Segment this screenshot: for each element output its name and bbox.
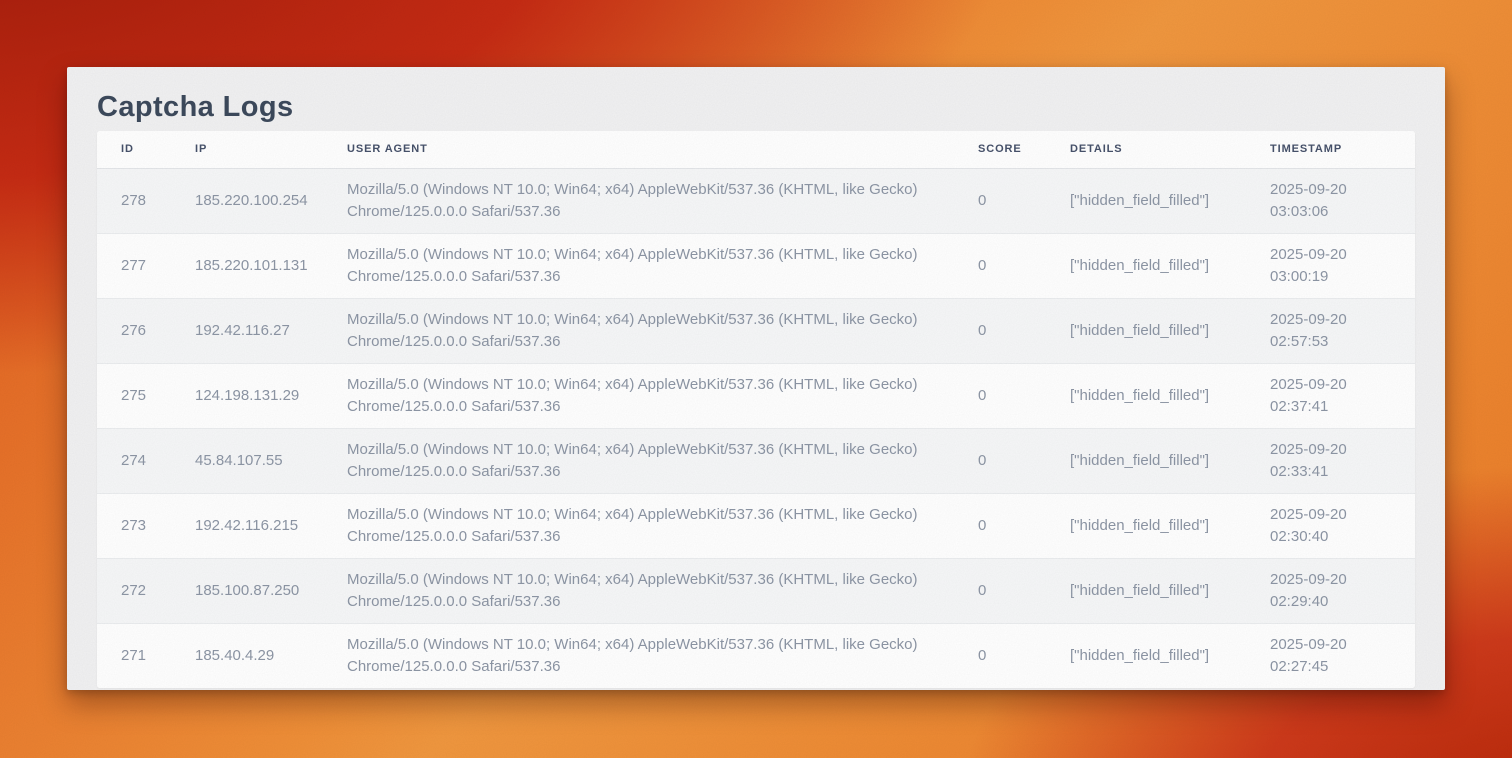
table-row: 271 185.40.4.29 Mozilla/5.0 (Windows NT …: [97, 623, 1415, 688]
cell-id: 278: [97, 168, 195, 233]
cell-score: 0: [978, 363, 1070, 428]
page-background: { "page": { "title": "Captcha Logs" }, "…: [0, 0, 1512, 758]
page-title: Captcha Logs: [97, 87, 1415, 127]
table-header: ID IP USER AGENT SCORE DETAILS TIMESTAMP: [97, 131, 1415, 168]
cell-id: 277: [97, 233, 195, 298]
cell-id: 271: [97, 623, 195, 688]
table-row: 274 45.84.107.55 Mozilla/5.0 (Windows NT…: [97, 428, 1415, 493]
cell-id: 275: [97, 363, 195, 428]
table-row: 275 124.198.131.29 Mozilla/5.0 (Windows …: [97, 363, 1415, 428]
cell-details: ["hidden_field_filled"]: [1070, 428, 1270, 493]
cell-score: 0: [978, 623, 1070, 688]
cell-user-agent: Mozilla/5.0 (Windows NT 10.0; Win64; x64…: [347, 428, 978, 493]
cell-user-agent: Mozilla/5.0 (Windows NT 10.0; Win64; x64…: [347, 168, 978, 233]
cell-timestamp: 2025-09-20 02:57:53: [1270, 298, 1415, 363]
column-header-timestamp: TIMESTAMP: [1270, 131, 1415, 168]
cell-score: 0: [978, 233, 1070, 298]
cell-details: ["hidden_field_filled"]: [1070, 493, 1270, 558]
cell-id: 274: [97, 428, 195, 493]
cell-user-agent: Mozilla/5.0 (Windows NT 10.0; Win64; x64…: [347, 298, 978, 363]
cell-timestamp: 2025-09-20 03:00:19: [1270, 233, 1415, 298]
cell-timestamp: 2025-09-20 02:37:41: [1270, 363, 1415, 428]
table-row: 273 192.42.116.215 Mozilla/5.0 (Windows …: [97, 493, 1415, 558]
cell-ip: 45.84.107.55: [195, 428, 347, 493]
table-row: 278 185.220.100.254 Mozilla/5.0 (Windows…: [97, 168, 1415, 233]
cell-user-agent: Mozilla/5.0 (Windows NT 10.0; Win64; x64…: [347, 558, 978, 623]
cell-user-agent: Mozilla/5.0 (Windows NT 10.0; Win64; x64…: [347, 623, 978, 688]
cell-ip: 124.198.131.29: [195, 363, 347, 428]
cell-timestamp: 2025-09-20 02:27:45: [1270, 623, 1415, 688]
column-header-score: SCORE: [978, 131, 1070, 168]
cell-ip: 185.220.100.254: [195, 168, 347, 233]
cell-ip: 192.42.116.215: [195, 493, 347, 558]
cell-details: ["hidden_field_filled"]: [1070, 168, 1270, 233]
table-row: 276 192.42.116.27 Mozilla/5.0 (Windows N…: [97, 298, 1415, 363]
cell-score: 0: [978, 558, 1070, 623]
cell-details: ["hidden_field_filled"]: [1070, 623, 1270, 688]
column-header-user-agent: USER AGENT: [347, 131, 978, 168]
cell-ip: 185.100.87.250: [195, 558, 347, 623]
table-row: 272 185.100.87.250 Mozilla/5.0 (Windows …: [97, 558, 1415, 623]
cell-details: ["hidden_field_filled"]: [1070, 233, 1270, 298]
captcha-logs-table: ID IP USER AGENT SCORE DETAILS TIMESTAMP…: [97, 131, 1415, 688]
cell-score: 0: [978, 168, 1070, 233]
cell-ip: 185.220.101.131: [195, 233, 347, 298]
cell-timestamp: 2025-09-20 02:29:40: [1270, 558, 1415, 623]
logs-table-container: ID IP USER AGENT SCORE DETAILS TIMESTAMP…: [97, 131, 1415, 688]
cell-details: ["hidden_field_filled"]: [1070, 298, 1270, 363]
cell-ip: 192.42.116.27: [195, 298, 347, 363]
cell-id: 272: [97, 558, 195, 623]
cell-timestamp: 2025-09-20 03:03:06: [1270, 168, 1415, 233]
cell-user-agent: Mozilla/5.0 (Windows NT 10.0; Win64; x64…: [347, 363, 978, 428]
cell-score: 0: [978, 493, 1070, 558]
table-body: 278 185.220.100.254 Mozilla/5.0 (Windows…: [97, 168, 1415, 688]
cell-ip: 185.40.4.29: [195, 623, 347, 688]
cell-score: 0: [978, 428, 1070, 493]
cell-timestamp: 2025-09-20 02:30:40: [1270, 493, 1415, 558]
table-header-row: ID IP USER AGENT SCORE DETAILS TIMESTAMP: [97, 131, 1415, 168]
column-header-details: DETAILS: [1070, 131, 1270, 168]
cell-user-agent: Mozilla/5.0 (Windows NT 10.0; Win64; x64…: [347, 493, 978, 558]
cell-user-agent: Mozilla/5.0 (Windows NT 10.0; Win64; x64…: [347, 233, 978, 298]
cell-score: 0: [978, 298, 1070, 363]
column-header-ip: IP: [195, 131, 347, 168]
cell-details: ["hidden_field_filled"]: [1070, 558, 1270, 623]
table-row: 277 185.220.101.131 Mozilla/5.0 (Windows…: [97, 233, 1415, 298]
cell-id: 273: [97, 493, 195, 558]
column-header-id: ID: [97, 131, 195, 168]
captcha-logs-card: Captcha Logs ID IP USER AGENT SCORE DETA…: [67, 67, 1445, 690]
cell-timestamp: 2025-09-20 02:33:41: [1270, 428, 1415, 493]
cell-details: ["hidden_field_filled"]: [1070, 363, 1270, 428]
cell-id: 276: [97, 298, 195, 363]
